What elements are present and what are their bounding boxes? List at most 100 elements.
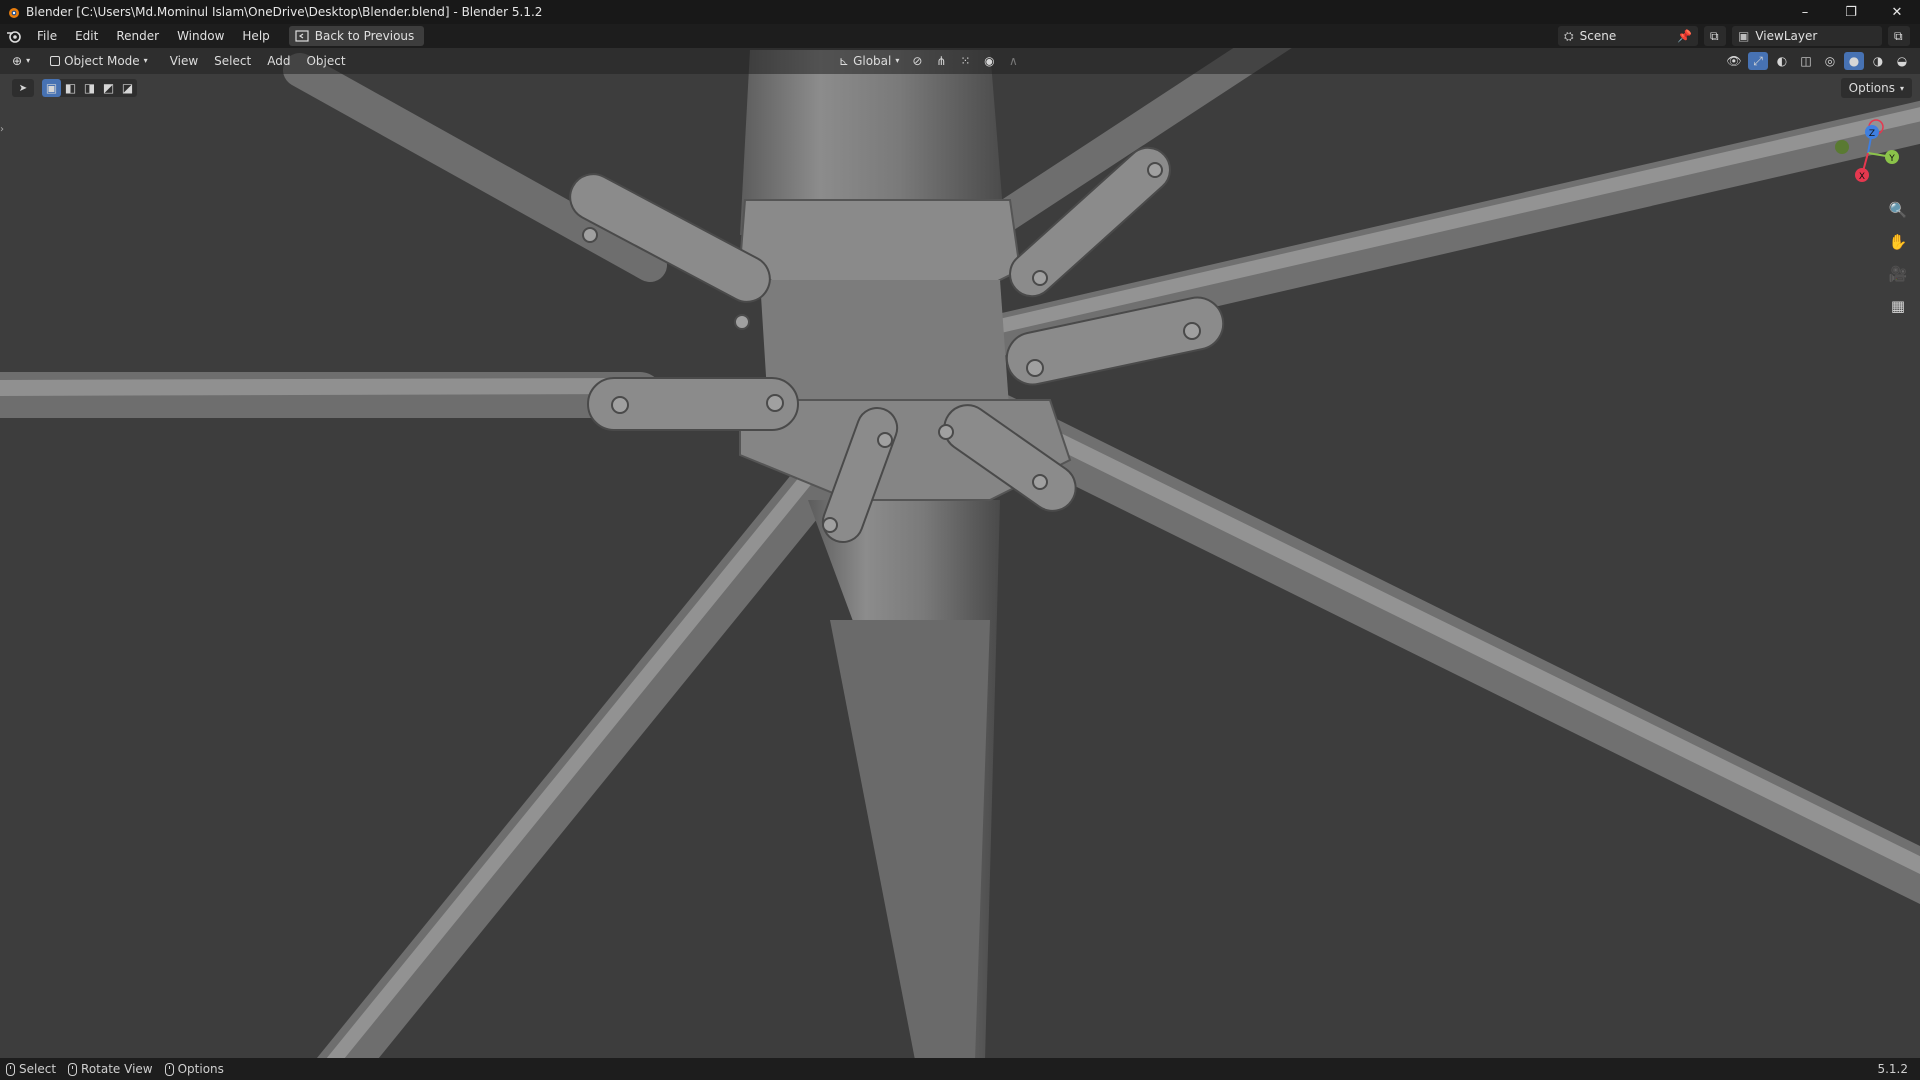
camera-icon: 🎥: [1888, 265, 1908, 283]
select-box-icon: ▣: [45, 81, 58, 95]
tool-settings-row: ➤ ▣ ◧ ◨ ◩ ◪: [12, 78, 137, 98]
menu-object[interactable]: Object: [298, 48, 353, 74]
window-title: Blender [C:\Users\Md.Mominul Islam\OneDr…: [26, 5, 543, 19]
rendered-shading-button[interactable]: ◒: [1892, 52, 1912, 70]
status-rotate-label: Rotate View: [81, 1062, 153, 1076]
pan-button[interactable]: ✋: [1886, 230, 1910, 254]
minimize-button[interactable]: –: [1782, 0, 1828, 24]
back-to-previous-label: Back to Previous: [314, 29, 415, 43]
select-subtract-icon: ◨: [83, 81, 96, 95]
solid-shading-button[interactable]: ●: [1844, 52, 1864, 70]
scene-name: Scene: [1579, 29, 1617, 43]
xray-toggle[interactable]: ◫: [1796, 52, 1816, 70]
select-intersect-button[interactable]: ◪: [118, 79, 137, 97]
overlay-icon: ◐: [1776, 54, 1788, 68]
options-label: Options: [1848, 81, 1895, 95]
select-extend-button[interactable]: ◧: [61, 79, 80, 97]
blender-menu-button[interactable]: [0, 24, 28, 48]
menu-view[interactable]: View: [162, 48, 206, 74]
grid-snap-icon: ⁙: [960, 54, 971, 68]
blender-logo-icon: [7, 31, 21, 43]
gizmo-y-label: Y: [1888, 154, 1895, 164]
status-select: Select: [6, 1062, 56, 1076]
mouse-right-icon: [164, 1062, 174, 1076]
top-menubar: File Edit Render Window Help Back to Pre…: [0, 24, 1920, 48]
rendered-icon: ◒: [1896, 54, 1908, 68]
chevron-down-icon: ▾: [143, 56, 148, 65]
overlay-toggle[interactable]: ◐: [1772, 52, 1792, 70]
hand-icon: ✋: [1888, 233, 1908, 251]
falloff-icon: ∧: [1008, 54, 1018, 68]
menu-window[interactable]: Window: [168, 24, 233, 48]
toolbar-toggle[interactable]: ›: [0, 124, 8, 138]
mouse-left-icon: [6, 1062, 15, 1076]
viewport-options-button[interactable]: Options ▾: [1840, 78, 1912, 98]
select-new-button[interactable]: ▣: [42, 79, 61, 97]
window-titlebar: Blender [C:\Users\Md.Mominul Islam\OneDr…: [0, 0, 1920, 24]
new-view-layer-button[interactable]: ⧉: [1888, 26, 1910, 46]
menu-select[interactable]: Select: [206, 48, 259, 74]
status-select-label: Select: [19, 1062, 57, 1076]
transform-orientation-dropdown[interactable]: ⊾ Global ▾: [835, 48, 903, 74]
menu-add[interactable]: Add: [259, 48, 298, 74]
viewport-nav-buttons: 🔍 ✋ 🎥 ▦: [1886, 198, 1910, 318]
visibility-dropdown[interactable]: 👁: [1724, 52, 1744, 70]
falloff-dropdown[interactable]: ∧: [1003, 52, 1023, 70]
menu-edit[interactable]: Edit: [66, 24, 107, 48]
status-options: Options: [164, 1062, 224, 1076]
view-layer-icon: ▣: [1738, 29, 1750, 43]
select-invert-icon: ◩: [102, 81, 115, 95]
perspective-toggle[interactable]: ▦: [1886, 294, 1910, 318]
cursor-tool-icon: ➤: [18, 82, 28, 94]
gizmo-toggle[interactable]: ⤢: [1748, 52, 1768, 70]
proportional-edit-toggle[interactable]: ◉: [979, 52, 999, 70]
snap-toggle[interactable]: ⋔: [931, 52, 951, 70]
gizmo-neg-y: [1835, 140, 1849, 154]
viewport-scene[interactable]: [0, 0, 1920, 1080]
select-subtract-button[interactable]: ◨: [80, 79, 99, 97]
new-scene-button[interactable]: ⧉: [1704, 26, 1726, 46]
pivot-point-button[interactable]: ⊘: [907, 52, 927, 70]
menu-help[interactable]: Help: [233, 24, 278, 48]
zoom-button[interactable]: 🔍: [1886, 198, 1910, 222]
gizmo-icon: ⤢: [1753, 53, 1763, 68]
snap-target-dropdown[interactable]: ⁙: [955, 52, 975, 70]
camera-view-button[interactable]: 🎥: [1886, 262, 1910, 286]
view-layer-selector[interactable]: ▣ ViewLayer: [1732, 26, 1882, 46]
scene-selector[interactable]: ⛭ Scene 📌: [1558, 26, 1698, 46]
back-icon: [295, 30, 309, 42]
viewport-display-tools: 👁 ⤢ ◐ ◫ ◎ ● ◑ ◒: [1724, 48, 1912, 74]
mouse-middle-icon: [68, 1062, 78, 1076]
chevron-down-icon: ▾: [1899, 83, 1904, 93]
copy-icon: ⧉: [1894, 28, 1903, 43]
select-extend-icon: ◧: [64, 81, 77, 95]
xray-icon: ◫: [1800, 54, 1812, 68]
window-controls: – ❐ ✕: [1782, 0, 1920, 24]
close-button[interactable]: ✕: [1874, 0, 1920, 24]
wireframe-shading-button[interactable]: ◎: [1820, 52, 1840, 70]
grid-icon: ▦: [1890, 297, 1906, 315]
chevron-down-icon: ▾: [26, 56, 31, 65]
zoom-icon: 🔍: [1888, 201, 1908, 219]
select-invert-button[interactable]: ◩: [99, 79, 118, 97]
status-options-label: Options: [177, 1062, 224, 1076]
gizmo-x-label: X: [1859, 172, 1865, 182]
status-rotate: Rotate View: [68, 1062, 153, 1076]
visibility-icon: 👁: [1726, 54, 1742, 68]
copy-icon: ⧉: [1710, 28, 1719, 43]
menu-file[interactable]: File: [28, 24, 66, 48]
back-to-previous-button[interactable]: Back to Previous: [288, 26, 425, 46]
viewport-header: ⊕ ▾ Object Mode ▾ View Select Add Object …: [0, 48, 1920, 74]
active-tool-button[interactable]: ➤: [12, 79, 34, 97]
view-layer-name: ViewLayer: [1755, 29, 1818, 43]
navigation-gizmo[interactable]: Z Y X: [1820, 115, 1900, 195]
material-shading-button[interactable]: ◑: [1868, 52, 1888, 70]
object-mode-dropdown[interactable]: Object Mode ▾: [42, 51, 156, 71]
menu-render[interactable]: Render: [107, 24, 168, 48]
pin-icon: 📌: [1677, 29, 1692, 43]
editor-type-button[interactable]: ⊕ ▾: [0, 48, 38, 74]
maximize-button[interactable]: ❐: [1828, 0, 1874, 24]
chevron-down-icon: ▾: [895, 56, 900, 65]
blender-logo-icon: [9, 8, 19, 18]
object-mode-icon: [50, 56, 61, 66]
